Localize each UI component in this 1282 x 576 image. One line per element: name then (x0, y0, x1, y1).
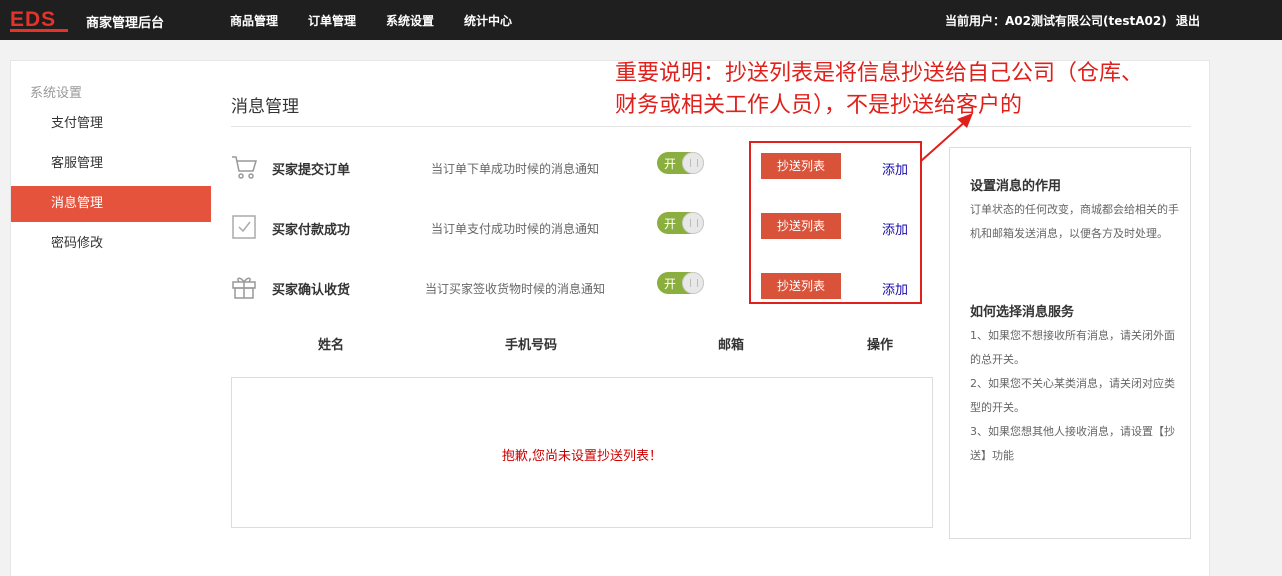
nav-products[interactable]: 商品管理 (230, 12, 278, 29)
sidebar-group-title: 系统设置 (30, 86, 83, 101)
row-desc: 当订单支付成功时候的消息通知 (431, 222, 600, 236)
gift-icon (232, 277, 256, 299)
row-name: 买家提交订单 (272, 163, 351, 178)
annotation-highlight-box (749, 141, 922, 304)
checkbox-icon (232, 215, 256, 239)
sidebar-item-label: 客服管理 (51, 156, 104, 171)
page-title: 消息管理 (231, 97, 299, 117)
toggle-label: 开 (664, 157, 677, 171)
message-toggle[interactable]: 开 (657, 152, 704, 174)
row-desc: 当订单下单成功时候的消息通知 (431, 162, 600, 176)
column-header-name: 姓名 (318, 338, 345, 353)
help-item: 3、如果您想其他人接收消息，请设置【抄送】功能 (970, 425, 1175, 462)
help-title-choose: 如何选择消息服务 (970, 305, 1075, 320)
sidebar-item-messages[interactable]: 消息管理 (11, 186, 211, 222)
cc-list-table: 抱歉,您尚未设置抄送列表！ (231, 377, 933, 528)
sidebar-item-label: 支付管理 (51, 116, 104, 131)
toggle-label: 开 (664, 217, 677, 231)
row-desc: 当订买家签收货物时候的消息通知 (425, 282, 606, 296)
nav-orders[interactable]: 订单管理 (308, 12, 356, 29)
help-title-purpose: 设置消息的作用 (970, 179, 1062, 194)
nav-statistics[interactable]: 统计中心 (464, 12, 512, 29)
empty-message: 抱歉,您尚未设置抄送列表！ (501, 449, 663, 464)
sidebar-item-password[interactable]: 密码修改 (11, 226, 211, 262)
sidebar-item-label: 消息管理 (51, 196, 104, 211)
message-toggle[interactable]: 开 (657, 212, 704, 234)
help-item: 1、如果您不想接收所有消息，请关闭外面的总开关。 (970, 329, 1175, 366)
column-header-phone: 手机号码 (505, 338, 558, 353)
help-text-purpose: 订单状态的任何改变，商城都会给相关的手机和邮箱发送消息，以便各方及时处理。 (970, 203, 1179, 240)
annotation-line: 重要说明：抄送列表是将信息抄送给自己公司（仓库、 (615, 61, 1144, 86)
column-header-actions: 操作 (867, 338, 894, 353)
toggle-knob (682, 212, 704, 234)
current-user: 当前用户：A02测试有限公司(testA02) (945, 14, 1167, 28)
brand-title: 商家管理后台 (86, 16, 165, 31)
help-panel: 设置消息的作用 订单状态的任何改变，商城都会给相关的手机和邮箱发送消息，以便各方… (949, 147, 1191, 539)
column-header-email: 邮箱 (718, 338, 745, 353)
row-name: 买家付款成功 (272, 223, 351, 238)
sidebar-item-label: 密码修改 (51, 236, 104, 251)
annotation-arrow-icon (920, 113, 973, 162)
eds-logo[interactable]: EDS (10, 8, 68, 32)
toggle-label: 开 (664, 277, 677, 291)
nav-settings[interactable]: 系统设置 (386, 12, 434, 29)
sidebar-item-payment[interactable]: 支付管理 (11, 106, 211, 142)
toggle-knob (682, 272, 704, 294)
sidebar-item-customer-service[interactable]: 客服管理 (11, 146, 211, 182)
title-divider (231, 126, 1191, 127)
cart-icon (232, 156, 258, 179)
message-toggle[interactable]: 开 (657, 272, 704, 294)
logo-text: EDS (10, 8, 56, 31)
logout-link[interactable]: 退出 (1176, 12, 1200, 29)
row-name: 买家确认收货 (272, 283, 351, 298)
top-bar: EDS 商家管理后台 商品管理 订单管理 系统设置 统计中心 当前用户：A02测… (0, 0, 1282, 40)
toggle-knob (682, 152, 704, 174)
help-item: 2、如果您不关心某类消息，请关闭对应类型的开关。 (970, 377, 1175, 414)
